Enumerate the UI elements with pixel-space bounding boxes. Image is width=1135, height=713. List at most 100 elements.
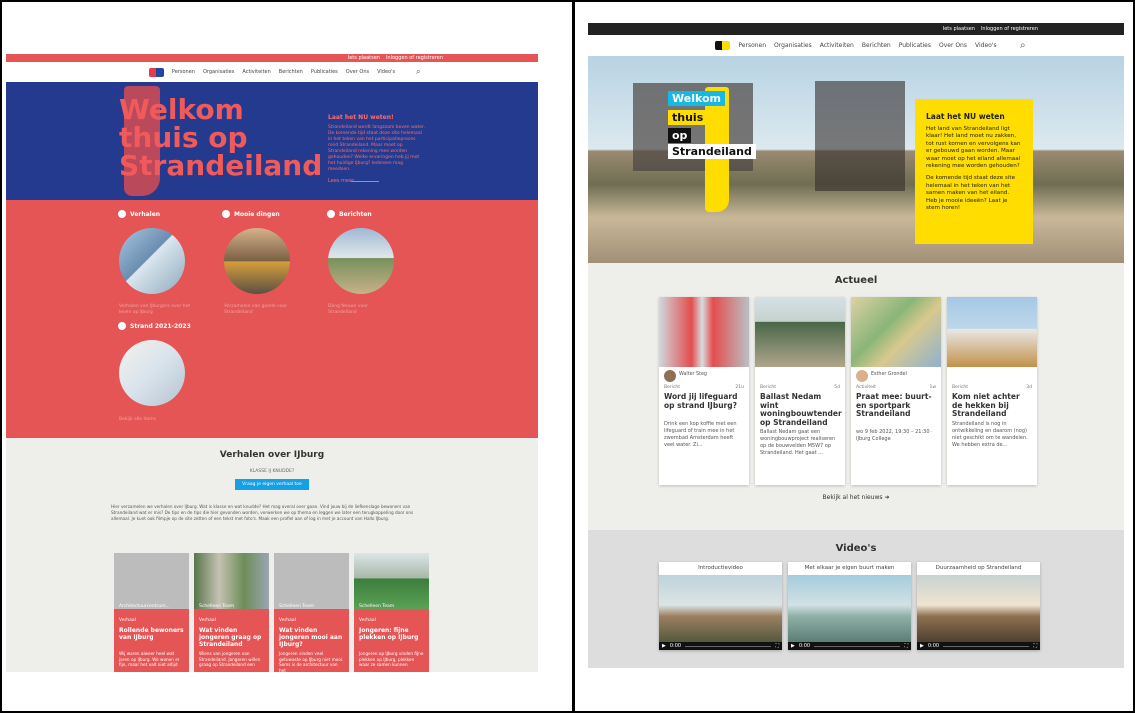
- right-videos-title: Video's: [835, 543, 877, 554]
- right-video-thumb-2: [788, 575, 911, 650]
- right-news-type-4: Bericht: [952, 385, 969, 390]
- left-story-type-4: Verhaal: [359, 618, 376, 623]
- left-story-type-3: Verhaal: [279, 618, 296, 623]
- left-story-card-3[interactable]: Schelleen Team Verhaal Wat vinden jonger…: [274, 553, 349, 672]
- fullscreen-icon[interactable]: ⛶: [1033, 643, 1037, 649]
- right-nav-organisaties[interactable]: Organisaties: [774, 42, 812, 49]
- right-website-screenshot: Iets plaatsen Inloggen of registreren Pe…: [588, 23, 1124, 668]
- left-stories-sub: KLASSE IJ KNUDDE?: [249, 469, 295, 474]
- left-side-text: Strandeiland wordt langzaam boven water.…: [328, 125, 425, 172]
- left-cat-berichten-image[interactable]: [328, 228, 394, 294]
- left-story-text-3: Jongeren vinden veel getuwaste op IJburg…: [279, 651, 344, 672]
- right-news-image-2: [755, 297, 845, 367]
- right-video-controls-2[interactable]: ▶ 0:00 ⛶: [788, 642, 911, 650]
- right-news-image-1: [659, 297, 749, 367]
- right-nav-over-ons[interactable]: Over Ons: [939, 42, 967, 49]
- right-logo[interactable]: [715, 41, 731, 50]
- left-stories-title: Verhalen over IJburg: [219, 450, 325, 460]
- left-cat-verhalen-caption: Verhalen van IJburgers over het leven op…: [119, 304, 191, 315]
- left-nav-personen[interactable]: Personen: [172, 69, 195, 75]
- right-post-link[interactable]: Iets plaatsen: [943, 26, 975, 32]
- left-topbar: Iets plaatsen Inloggen of registreren: [6, 54, 538, 62]
- left-story-author-2: Schelleen Team: [199, 604, 235, 609]
- right-nav-videos[interactable]: Video's: [975, 42, 997, 49]
- play-icon[interactable]: ▶: [791, 643, 795, 649]
- right-news-date-3: 1w: [929, 385, 936, 390]
- left-story-title-3: Wat vinden jongeren mooi aan IJburg?: [279, 627, 343, 648]
- right-news-date-4: 3d: [1026, 385, 1032, 390]
- right-nav-publicaties[interactable]: Publicaties: [899, 42, 931, 49]
- left-login-link[interactable]: Inloggen of registreren: [386, 55, 443, 61]
- right-login-link[interactable]: Inloggen of registreren: [981, 26, 1038, 32]
- right-hero-word-2: thuis: [668, 110, 708, 125]
- left-story-image-3: [274, 553, 349, 609]
- left-cat-strand[interactable]: Strand 2021-2023: [118, 322, 191, 330]
- right-news-card-1[interactable]: Walter Steg Bericht 21u Word jij lifegua…: [659, 297, 749, 485]
- left-nav-publicaties[interactable]: Publicaties: [311, 69, 338, 75]
- left-story-author-1: Architectuurcentrum...: [119, 604, 170, 609]
- left-nav-activiteiten[interactable]: Activiteiten: [242, 69, 270, 75]
- right-search-icon[interactable]: ⌕: [1020, 40, 1026, 51]
- left-nav-organisaties[interactable]: Organisaties: [203, 69, 234, 75]
- play-icon[interactable]: ▶: [662, 643, 666, 649]
- right-video-2[interactable]: Met elkaar je eigen buurt maken ▶ 0:00 ⛶: [788, 562, 911, 650]
- right-video-1[interactable]: Introductievideo ▶ 0:00 ⛶: [659, 562, 782, 650]
- right-nav-activiteiten[interactable]: Activiteiten: [820, 42, 854, 49]
- right-header: Personen Organisaties Activiteiten Beric…: [588, 35, 1124, 56]
- left-story-card-2[interactable]: Schelleen Team Verhaal Wat vinden jonger…: [194, 553, 269, 672]
- right-videos-section: Video's Introductievideo ▶ 0:00 ⛶ Met elka…: [588, 530, 1124, 668]
- left-website-screenshot: Iets plaatsen Inloggen of registreren Pe…: [6, 54, 538, 672]
- left-cat-verhalen-image[interactable]: [119, 228, 185, 294]
- right-info-title: Laat het NU weten: [926, 112, 1005, 121]
- left-search-icon[interactable]: ⌕: [416, 67, 420, 77]
- left-nav-berichten[interactable]: Berichten: [279, 69, 303, 75]
- right-news-title-4: Kom niet achter de hekken bij Strandeila…: [952, 392, 1020, 418]
- left-story-card-1[interactable]: Architectuurcentrum... Verhaal Rollende …: [114, 553, 189, 672]
- right-news-type-2: Bericht: [760, 385, 777, 390]
- right-nav-personen[interactable]: Personen: [738, 42, 766, 49]
- right-video-title-1: Introductievideo: [698, 565, 743, 571]
- left-story-title-4: Jongeren: fijne plekken op IJburg: [359, 627, 419, 641]
- right-video-controls-3[interactable]: ▶ 0:00 ⛶: [917, 642, 1040, 650]
- left-cat-berichten[interactable]: Berichten: [327, 210, 372, 218]
- right-news-avatar-3: [856, 370, 868, 382]
- right-news-card-4[interactable]: Bericht 3d Kom niet achter de hekken bij…: [947, 297, 1037, 485]
- left-header: Personen Organisaties Activiteiten Beric…: [6, 62, 538, 82]
- left-nav-videos[interactable]: Video's: [377, 69, 395, 75]
- left-story-type-1: Verhaal: [119, 618, 136, 623]
- left-stories-button[interactable]: Vraag je eigen verhaal toe: [235, 479, 309, 490]
- left-story-title-1: Rollende bewoners van IJburg: [119, 627, 184, 641]
- left-cat-mooie[interactable]: Mooie dingen: [222, 210, 280, 218]
- right-hero-word-1: Welkom: [668, 91, 726, 106]
- right-main-nav: Personen Organisaties Activiteiten Beric…: [715, 41, 997, 50]
- left-stories-section: Verhalen over IJburg KLASSE IJ KNUDDE? V…: [6, 438, 538, 672]
- left-cat-mooie-image[interactable]: [224, 228, 290, 294]
- right-video-controls-1[interactable]: ▶ 0:00 ⛶: [659, 642, 782, 650]
- left-story-author-4: Schelleen Team: [359, 604, 395, 609]
- left-post-link[interactable]: Iets plaatsen: [348, 55, 380, 61]
- left-cat-strand-image[interactable]: [119, 340, 185, 406]
- right-news-title-2: Ballast Nedam wint woningbouwtender op S…: [760, 392, 842, 427]
- right-news-more-link[interactable]: Bekijk al het nieuws ➜: [588, 494, 1124, 501]
- fullscreen-icon[interactable]: ⛶: [904, 643, 908, 649]
- right-news-card-3[interactable]: Esther Grondel Activiteit 1w Praat mee: …: [851, 297, 941, 485]
- fullscreen-icon[interactable]: ⛶: [775, 643, 779, 649]
- right-info-p1: Het land van Strandeiland ligt klaar! He…: [926, 126, 1021, 170]
- left-nav-over-ons[interactable]: Over Ons: [346, 69, 369, 75]
- play-icon[interactable]: ▶: [920, 643, 924, 649]
- left-cat-verhalen[interactable]: Verhalen: [118, 210, 160, 218]
- left-story-card-4[interactable]: Schelleen Team Verhaal Jongeren: fijne p…: [354, 553, 429, 672]
- right-news-author-1: Walter Steg: [679, 372, 707, 377]
- right-hero-image: Welkom thuis op Strandeiland Laat het NU…: [588, 56, 1124, 263]
- right-news-text-4: Strandeiland is nog in ontwikkeling en d…: [952, 421, 1028, 448]
- right-nav-berichten[interactable]: Berichten: [862, 42, 891, 49]
- left-cat-berichten-caption: Dóng Neuws voor Strandeiland: [328, 304, 368, 315]
- right-topbar: Iets plaatsen Inloggen of registreren: [588, 23, 1124, 35]
- left-cat-strand-caption[interactable]: Bekijk alle items: [119, 417, 156, 422]
- left-side-title: Laat het NU weten!: [328, 114, 394, 121]
- left-story-text-4: Jongeren op IJburg vinden fijne plekken …: [359, 651, 424, 667]
- right-video-3[interactable]: Duurzaamheid op Strandeiland ▶ 0:00 ⛶: [917, 562, 1040, 650]
- left-logo[interactable]: [148, 67, 164, 77]
- left-hero-banner: Welkom thuis op Strandeiland Laat het NU…: [6, 82, 538, 200]
- right-news-card-2[interactable]: Bericht 5d Ballast Nedam wint woningbouw…: [755, 297, 845, 485]
